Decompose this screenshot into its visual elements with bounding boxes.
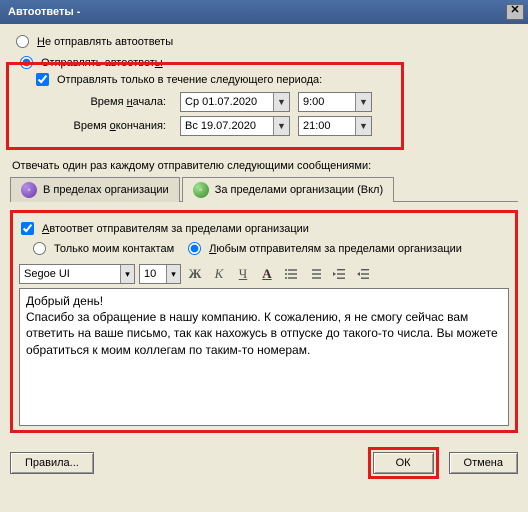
- end-time-combo[interactable]: ▼: [298, 116, 372, 136]
- dont-send-radio[interactable]: [16, 35, 29, 48]
- send-radio[interactable]: [20, 56, 33, 69]
- tab-inside-label: В пределах организации: [43, 184, 169, 196]
- indent-icon: [356, 267, 370, 281]
- message-editor[interactable]: Добрый день! Спасибо за обращение в нашу…: [19, 288, 509, 426]
- person-icon: ◦: [21, 182, 37, 198]
- highlight-box-ok: ОК: [368, 447, 439, 479]
- dropdown-icon[interactable]: ▼: [355, 117, 371, 135]
- format-toolbar: ▾ ▾ Ж К Ч A: [19, 264, 509, 284]
- dropdown-icon[interactable]: ▾: [120, 265, 134, 283]
- indent-button[interactable]: [353, 264, 373, 284]
- tab-outside-org[interactable]: ◦ За пределами организации (Вкл): [182, 177, 394, 202]
- font-select[interactable]: ▾: [19, 264, 135, 284]
- any-senders-radio[interactable]: [188, 242, 201, 255]
- start-time-input[interactable]: [299, 93, 355, 111]
- start-date-combo[interactable]: ▼: [180, 92, 290, 112]
- period-label: Отправлять только в течение следующего п…: [57, 74, 322, 86]
- window-title: Автоответы -: [8, 6, 506, 18]
- dropdown-icon[interactable]: ▾: [166, 265, 180, 283]
- outside-enable-checkbox[interactable]: [21, 222, 34, 235]
- any-senders-label: Любым отправителям за пределами организа…: [209, 243, 462, 255]
- end-date-input[interactable]: [181, 117, 273, 135]
- dropdown-icon[interactable]: ▼: [273, 117, 289, 135]
- send-label: Отправлять автоответы: [41, 57, 163, 69]
- start-date-input[interactable]: [181, 93, 273, 111]
- period-checkbox[interactable]: [36, 73, 49, 86]
- numbered-list-button[interactable]: [305, 264, 325, 284]
- font-color-button[interactable]: A: [257, 264, 277, 284]
- font-size-select[interactable]: ▾: [139, 264, 181, 284]
- rules-button[interactable]: Правила...: [10, 452, 94, 474]
- dropdown-icon[interactable]: ▼: [355, 93, 371, 111]
- cancel-button[interactable]: Отмена: [449, 452, 518, 474]
- tab-inside-org[interactable]: ◦ В пределах организации: [10, 177, 180, 202]
- dropdown-icon[interactable]: ▼: [273, 93, 289, 111]
- globe-icon: ◦: [193, 182, 209, 198]
- only-contacts-label: Только моим контактам: [54, 243, 174, 255]
- font-size-input[interactable]: [140, 265, 166, 283]
- outdent-icon: [332, 267, 346, 281]
- tabs: ◦ В пределах организации ◦ За пределами …: [10, 176, 518, 202]
- end-date-combo[interactable]: ▼: [180, 116, 290, 136]
- ok-button[interactable]: ОК: [373, 452, 434, 474]
- bullet-list-button[interactable]: [281, 264, 301, 284]
- outdent-button[interactable]: [329, 264, 349, 284]
- italic-button[interactable]: К: [209, 264, 229, 284]
- dont-send-label: Не отправлять автоответы: [37, 36, 173, 48]
- only-contacts-radio[interactable]: [33, 242, 46, 255]
- start-time-combo[interactable]: ▼: [298, 92, 372, 112]
- close-icon[interactable]: ✕: [506, 4, 524, 20]
- outside-enable-label: Автоответ отправителям за пределами орга…: [42, 223, 309, 235]
- font-input[interactable]: [20, 265, 120, 283]
- titlebar: Автоответы - ✕: [0, 0, 528, 24]
- reply-caption: Отвечать один раз каждому отправителю сл…: [12, 160, 518, 172]
- tab-outside-label: За пределами организации (Вкл): [215, 184, 383, 196]
- bullets-icon: [284, 267, 298, 281]
- bold-button[interactable]: Ж: [185, 264, 205, 284]
- end-time-input[interactable]: [299, 117, 355, 135]
- numbers-icon: [308, 267, 322, 281]
- highlight-box-outside: Автоответ отправителям за пределами орга…: [10, 210, 518, 433]
- underline-button[interactable]: Ч: [233, 264, 253, 284]
